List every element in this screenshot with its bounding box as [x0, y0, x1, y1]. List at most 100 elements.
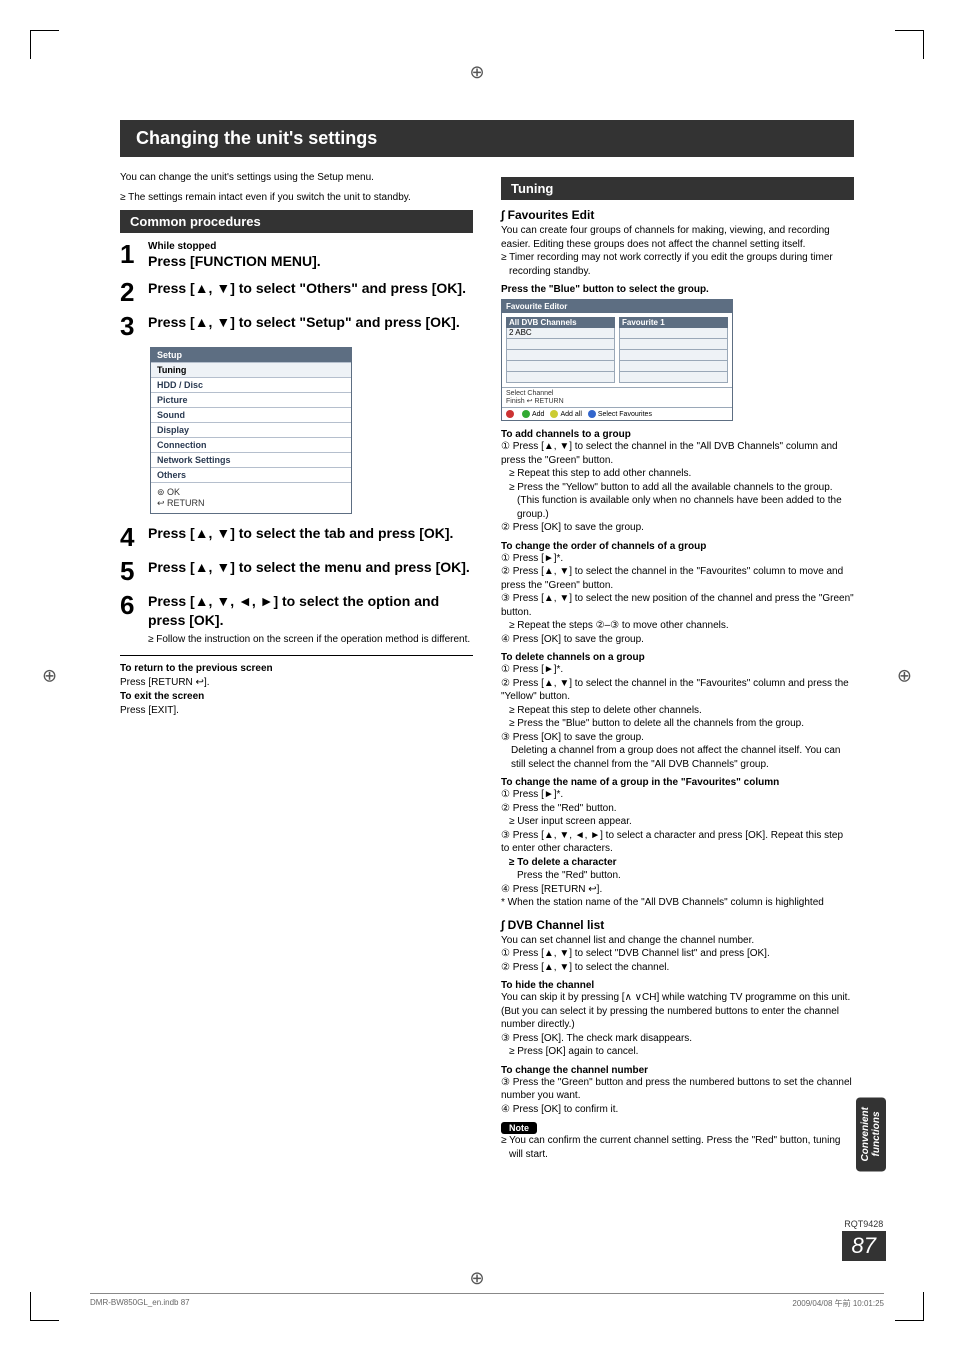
yellow-dot-icon — [550, 410, 558, 418]
step-number: 4 — [120, 524, 148, 550]
body-text: ① Press [▲, ▼] to select "DVB Channel li… — [501, 947, 854, 961]
registration-mark-icon: ⊕ — [897, 665, 912, 686]
body-text: ④ Press [OK] to confirm it. — [501, 1103, 854, 1117]
body-text: ≥ Timer recording may not work correctly… — [501, 251, 854, 278]
ok-icon: ⊚ — [157, 487, 167, 497]
setup-menu-item[interactable]: Display — [151, 422, 351, 437]
body-text: ≥ Press [OK] again to cancel. — [501, 1045, 854, 1059]
step-number: 6 — [120, 592, 148, 618]
heading-favourites-edit: Favourites Edit — [501, 208, 854, 222]
body-text: ② Press [OK] to save the group. — [501, 521, 854, 535]
favourite-editor: Favourite Editor All DVB Channels 2 ABC … — [501, 299, 733, 421]
body-text: ≥ Press the "Blue" button to delete all … — [501, 717, 854, 731]
doc-code: RQT9428 — [842, 1219, 886, 1229]
body-text: You can skip it by pressing [∧ ∨CH] whil… — [501, 991, 854, 1005]
body-text: ② Press [▲, ▼] to select the channel. — [501, 961, 854, 975]
channel-row[interactable] — [506, 350, 615, 361]
body-text: ① Press [►]*. — [501, 663, 854, 677]
body-text: ③ Press [▲, ▼, ◄, ►] to select a charact… — [501, 829, 854, 856]
step-instruction: Press [FUNCTION MENU]. — [148, 252, 473, 271]
step-number: 5 — [120, 558, 148, 584]
step-instruction: Press [▲, ▼] to select the tab and press… — [148, 524, 473, 543]
step-instruction: Press [▲, ▼] to select "Setup" and press… — [148, 313, 473, 332]
step-precondition: While stopped — [148, 241, 473, 252]
step-instruction: Press [▲, ▼] to select "Others" and pres… — [148, 279, 473, 298]
body-text: (But you can select it by pressing the n… — [501, 1005, 854, 1032]
heading-add-channels: To add channels to a group — [501, 429, 854, 440]
channel-row[interactable] — [619, 372, 728, 383]
channel-row[interactable] — [506, 339, 615, 350]
body-text: You can set channel list and change the … — [501, 934, 854, 948]
body-text: ≥ To delete a character — [501, 856, 854, 870]
body-text: ④ Press [RETURN ↩]. — [501, 883, 854, 897]
heading-hide-channel: To hide the channel — [501, 980, 854, 991]
step-instruction: Press [▲, ▼, ◄, ►] to select the option … — [148, 592, 473, 630]
favourite-editor-title: Favourite Editor — [502, 300, 732, 313]
setup-menu-item[interactable]: Others — [151, 467, 351, 482]
step-number: 3 — [120, 313, 148, 339]
body-text: ≥ Repeat the steps ②–③ to move other cha… — [501, 619, 854, 633]
body-text: You can create four groups of channels f… — [501, 224, 854, 251]
setup-menu-item[interactable]: Picture — [151, 392, 351, 407]
heading-change-order: To change the order of channels of a gro… — [501, 541, 854, 552]
side-tab: Convenient functions — [856, 1097, 886, 1171]
green-dot-icon — [522, 410, 530, 418]
channel-row[interactable] — [506, 361, 615, 372]
body-text: ③ Press [OK] to save the group. — [501, 731, 854, 745]
note-text: ≥ You can confirm the current channel se… — [501, 1134, 854, 1161]
setup-menu-footer: ⊚ OK ↩ RETURN — [151, 482, 351, 513]
instruction-press-blue: Press the "Blue" button to select the gr… — [501, 284, 854, 295]
favourite-header: Favourite 1 — [619, 317, 728, 328]
heading-change-channel-number: To change the channel number — [501, 1065, 854, 1076]
intro-line: You can change the unit's settings using… — [120, 171, 473, 185]
setup-menu-item[interactable]: Network Settings — [151, 452, 351, 467]
body-text: ③ Press the "Green" button and press the… — [501, 1076, 854, 1103]
footnote: * When the station name of the "All DVB … — [501, 896, 854, 910]
setup-menu-item[interactable]: Sound — [151, 407, 351, 422]
setup-menu-item[interactable]: HDD / Disc — [151, 377, 351, 392]
channel-row[interactable] — [619, 339, 728, 350]
editor-hint: Select Channel Finish ↩ RETURN — [502, 387, 732, 407]
body-text: ≥ Repeat this step to delete other chann… — [501, 704, 854, 718]
registration-mark-icon: ⊕ — [469, 62, 484, 83]
section-tuning: Tuning — [501, 177, 854, 200]
channel-row[interactable] — [619, 328, 728, 339]
body-text: ≥ User input screen appear. — [501, 815, 854, 829]
return-icon: ↩ — [157, 498, 167, 508]
footer-filename: DMR-BW850GL_en.indb 87 — [90, 1298, 190, 1309]
body-text: ① Press [►]*. — [501, 552, 854, 566]
step-number: 1 — [120, 241, 148, 267]
setup-menu-item[interactable]: Connection — [151, 437, 351, 452]
step-number: 2 — [120, 279, 148, 305]
channel-row[interactable] — [619, 350, 728, 361]
intro-line: ≥ The settings remain intact even if you… — [120, 191, 473, 205]
footer-timestamp: 2009/04/08 午前 10:01:25 — [792, 1298, 884, 1309]
body-text: ② Press the "Red" button. — [501, 802, 854, 816]
heading-delete-channels: To delete channels on a group — [501, 652, 854, 663]
heading-rename-group: To change the name of a group in the "Fa… — [501, 777, 854, 788]
heading-dvb-channel-list: DVB Channel list — [501, 918, 854, 932]
body-text: ④ Press [OK] to save the group. — [501, 633, 854, 647]
body-text: ③ Press [▲, ▼] to select the new positio… — [501, 592, 854, 619]
setup-menu-header: Setup — [151, 348, 351, 362]
section-common-procedures: Common procedures — [120, 210, 473, 233]
channel-row[interactable] — [506, 372, 615, 383]
note-badge: Note — [501, 1122, 537, 1134]
step-note: ≥ Follow the instruction on the screen i… — [148, 634, 473, 645]
channel-row[interactable] — [619, 361, 728, 372]
body-text: ② Press [▲, ▼] to select the channel in … — [501, 565, 854, 592]
body-text: ≥ Press the "Yellow" button to add all t… — [501, 481, 854, 522]
print-footer: DMR-BW850GL_en.indb 87 2009/04/08 午前 10:… — [90, 1293, 884, 1309]
body-text: Press the "Red" button. — [501, 869, 854, 883]
channel-row[interactable]: 2 ABC — [506, 328, 615, 339]
editor-legend: Add Add all Select Favourites — [502, 407, 732, 420]
body-text: ② Press [▲, ▼] to select the channel in … — [501, 677, 854, 704]
body-text: ① Press [►]*. — [501, 788, 854, 802]
setup-menu-item[interactable]: Tuning — [151, 362, 351, 377]
registration-mark-icon: ⊕ — [42, 665, 57, 686]
all-dvb-header: All DVB Channels — [506, 317, 615, 328]
body-text: ① Press [▲, ▼] to select the channel in … — [501, 440, 854, 467]
registration-mark-icon: ⊕ — [469, 1268, 484, 1289]
step-instruction: Press [▲, ▼] to select the menu and pres… — [148, 558, 473, 577]
return-block: To return to the previous screen Press [… — [120, 655, 473, 718]
